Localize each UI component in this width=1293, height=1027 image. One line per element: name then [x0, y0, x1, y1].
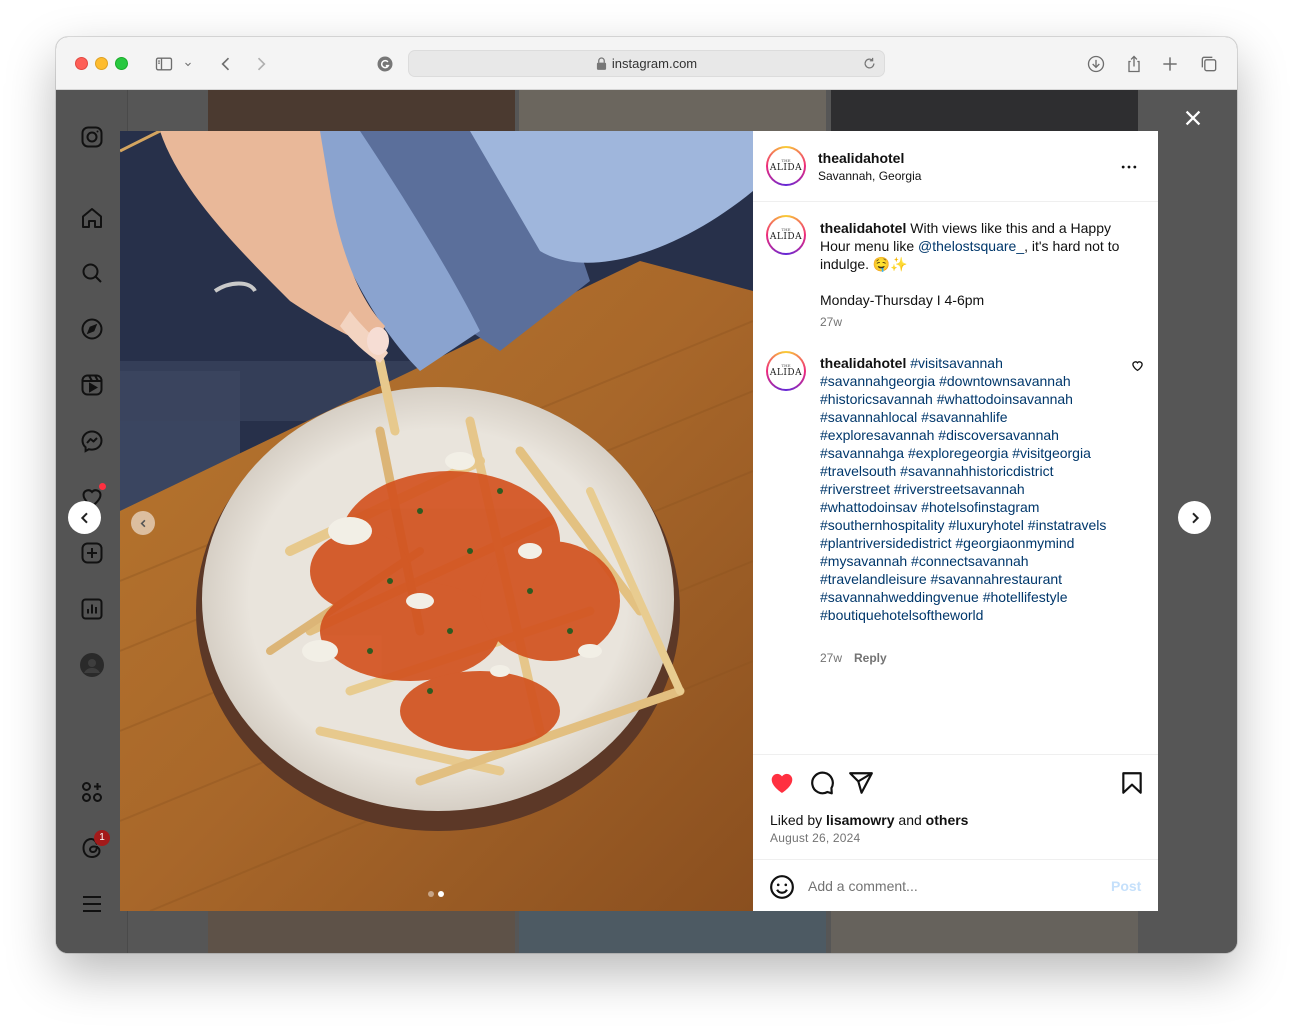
post-comment-button[interactable]: Post [1111, 878, 1141, 894]
carousel-dot [428, 891, 434, 897]
avatar-logo-text: ALIDA [769, 368, 803, 378]
explore-icon[interactable] [80, 317, 104, 341]
comment-like-heart-icon[interactable] [1131, 359, 1144, 372]
back-icon[interactable] [215, 53, 237, 75]
account-avatar[interactable]: THE ALIDA [766, 146, 806, 186]
emoji-picker-icon[interactable] [769, 874, 795, 900]
like-heart-icon[interactable] [769, 770, 795, 796]
comment-time[interactable]: 27w [820, 651, 842, 665]
carousel-dot-active [438, 891, 444, 897]
new-tab-icon[interactable] [1159, 53, 1181, 75]
caption-text: thealidahotel With views like this and a… [820, 219, 1130, 309]
tabs-overview-icon[interactable] [1198, 53, 1220, 75]
comment-meta: 27w Reply [820, 651, 887, 665]
previous-post-button[interactable] [68, 501, 101, 534]
hashtags[interactable]: #visitsavannah #savannahgeorgia #downtow… [820, 355, 1106, 623]
address-bar[interactable]: instagram.com [408, 50, 885, 77]
instagram-logo-icon[interactable] [80, 125, 104, 149]
feed-thumbnail[interactable] [519, 911, 826, 953]
messenger-icon[interactable] [80, 429, 104, 453]
more-menu-icon[interactable] [80, 892, 104, 916]
forward-icon[interactable] [250, 53, 272, 75]
browser-window: instagram.com 1 THE ALIDA thealidahotel … [56, 37, 1237, 953]
carousel-prev-button[interactable] [131, 511, 155, 535]
header-username[interactable]: thealidahotel [818, 150, 904, 166]
likes-summary: Liked by lisamowry and others [770, 812, 968, 828]
chevron-down-icon[interactable] [182, 53, 194, 75]
home-icon[interactable] [80, 206, 104, 230]
caption-hours: Monday-Thursday I 4-6pm [820, 292, 985, 308]
lock-icon [596, 57, 606, 70]
threads-badge: 1 [94, 830, 110, 846]
dashboard-icon[interactable] [80, 597, 104, 621]
url-text: instagram.com [611, 56, 698, 71]
zoom-window-button[interactable] [115, 57, 128, 70]
next-post-button[interactable] [1178, 501, 1211, 534]
reply-button[interactable]: Reply [854, 651, 887, 665]
close-window-button[interactable] [75, 57, 88, 70]
post-modal: THE ALIDA thealidahotel Savannah, Georgi… [120, 131, 1158, 911]
save-bookmark-icon[interactable] [1119, 770, 1145, 796]
mention-link[interactable]: @thelostsquare_ [918, 238, 1024, 254]
grammarly-icon[interactable] [374, 53, 396, 75]
threads-icon[interactable]: 1 [80, 830, 110, 860]
post-photo [120, 131, 753, 911]
share-icon[interactable] [1123, 53, 1145, 75]
add-comment-bar: Post [753, 859, 1158, 911]
more-options-icon[interactable] [1119, 157, 1139, 177]
page-content: 1 THE ALIDA thealidahotel Savannah, Geor… [56, 90, 1237, 953]
create-icon[interactable] [80, 541, 104, 565]
share-send-icon[interactable] [848, 770, 874, 796]
liked-by-user[interactable]: lisamowry [826, 812, 894, 828]
browser-toolbar: instagram.com [56, 37, 1237, 90]
caption-username[interactable]: thealidahotel [820, 220, 906, 236]
post-actions: Liked by lisamowry and others August 26,… [753, 754, 1158, 859]
comment-username[interactable]: thealidahotel [820, 355, 906, 371]
likes-prefix: Liked by [770, 812, 827, 828]
location-link[interactable]: Savannah, Georgia [818, 169, 921, 183]
profile-avatar[interactable] [80, 653, 104, 677]
post-details-panel: THE ALIDA thealidahotel Savannah, Georgi… [753, 131, 1158, 911]
notification-dot [99, 483, 106, 490]
liked-by-others[interactable]: others [926, 812, 969, 828]
post-date[interactable]: August 26, 2024 [770, 831, 860, 845]
caption-avatar[interactable]: THE ALIDA [766, 215, 806, 255]
feed-thumbnail[interactable] [208, 911, 515, 953]
close-modal-icon[interactable] [1182, 107, 1204, 129]
carousel-indicator [428, 891, 444, 897]
comment-text: thealidahotel #visitsavannah #savannahge… [820, 354, 1120, 624]
avatar-logo-text: ALIDA [769, 163, 803, 173]
reels-icon[interactable] [80, 373, 104, 397]
download-icon[interactable] [1085, 53, 1107, 75]
comment-input[interactable] [808, 874, 1098, 898]
also-from-meta-icon[interactable] [80, 780, 104, 804]
caption-time[interactable]: 27w [820, 315, 842, 329]
feed-thumbnail[interactable] [519, 90, 826, 131]
feed-thumbnail[interactable] [831, 90, 1138, 131]
feed-thumbnail[interactable] [208, 90, 515, 131]
sidebar-toggle-icon[interactable] [153, 53, 175, 75]
avatar-logo-text: ALIDA [769, 232, 803, 242]
reload-icon[interactable] [862, 56, 877, 71]
post-header: THE ALIDA thealidahotel Savannah, Georgi… [753, 131, 1158, 202]
comment-avatar[interactable]: THE ALIDA [766, 351, 806, 391]
comment-icon[interactable] [809, 770, 835, 796]
search-icon[interactable] [80, 261, 104, 285]
minimize-window-button[interactable] [95, 57, 108, 70]
feed-thumbnail[interactable] [831, 911, 1138, 953]
likes-middle: and [894, 812, 926, 828]
